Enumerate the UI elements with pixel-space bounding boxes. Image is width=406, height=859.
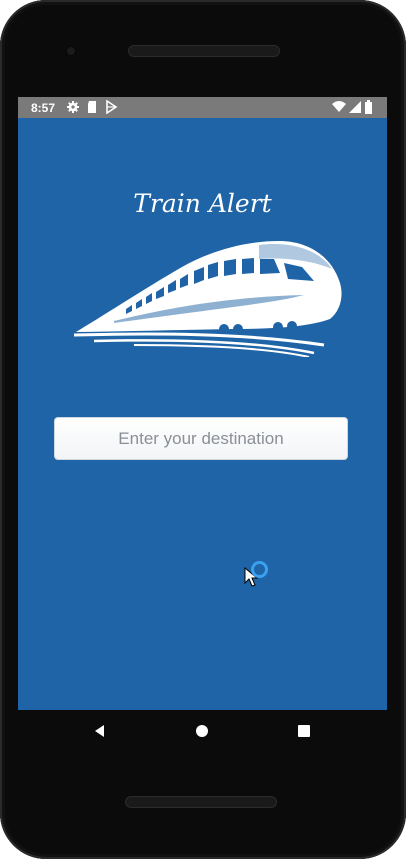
app-title: Train Alert: [133, 189, 272, 218]
earpiece-speaker: [128, 45, 280, 57]
status-bar: 8:57: [18, 97, 387, 118]
phone-frame: 8:57 Train Alert Enter your destination: [0, 0, 406, 859]
loading-indicator: [251, 561, 268, 578]
train-icon: [74, 241, 342, 357]
destination-input[interactable]: [54, 417, 348, 460]
home-icon[interactable]: [194, 723, 210, 739]
play-store-icon: [106, 100, 118, 114]
navigation-bar: [18, 710, 387, 754]
app-screen: 8:57 Train Alert Enter your destination: [18, 97, 387, 710]
status-time: 8:57: [31, 101, 56, 115]
front-camera: [64, 44, 78, 58]
signal-icon: [349, 101, 361, 113]
battery-icon: [365, 100, 372, 114]
bottom-speaker: [125, 796, 277, 808]
wifi-icon: [332, 101, 346, 112]
recents-icon[interactable]: [296, 723, 312, 739]
back-icon[interactable]: [92, 723, 108, 739]
settings-icon: [67, 101, 79, 113]
sd-card-icon: [88, 101, 96, 113]
